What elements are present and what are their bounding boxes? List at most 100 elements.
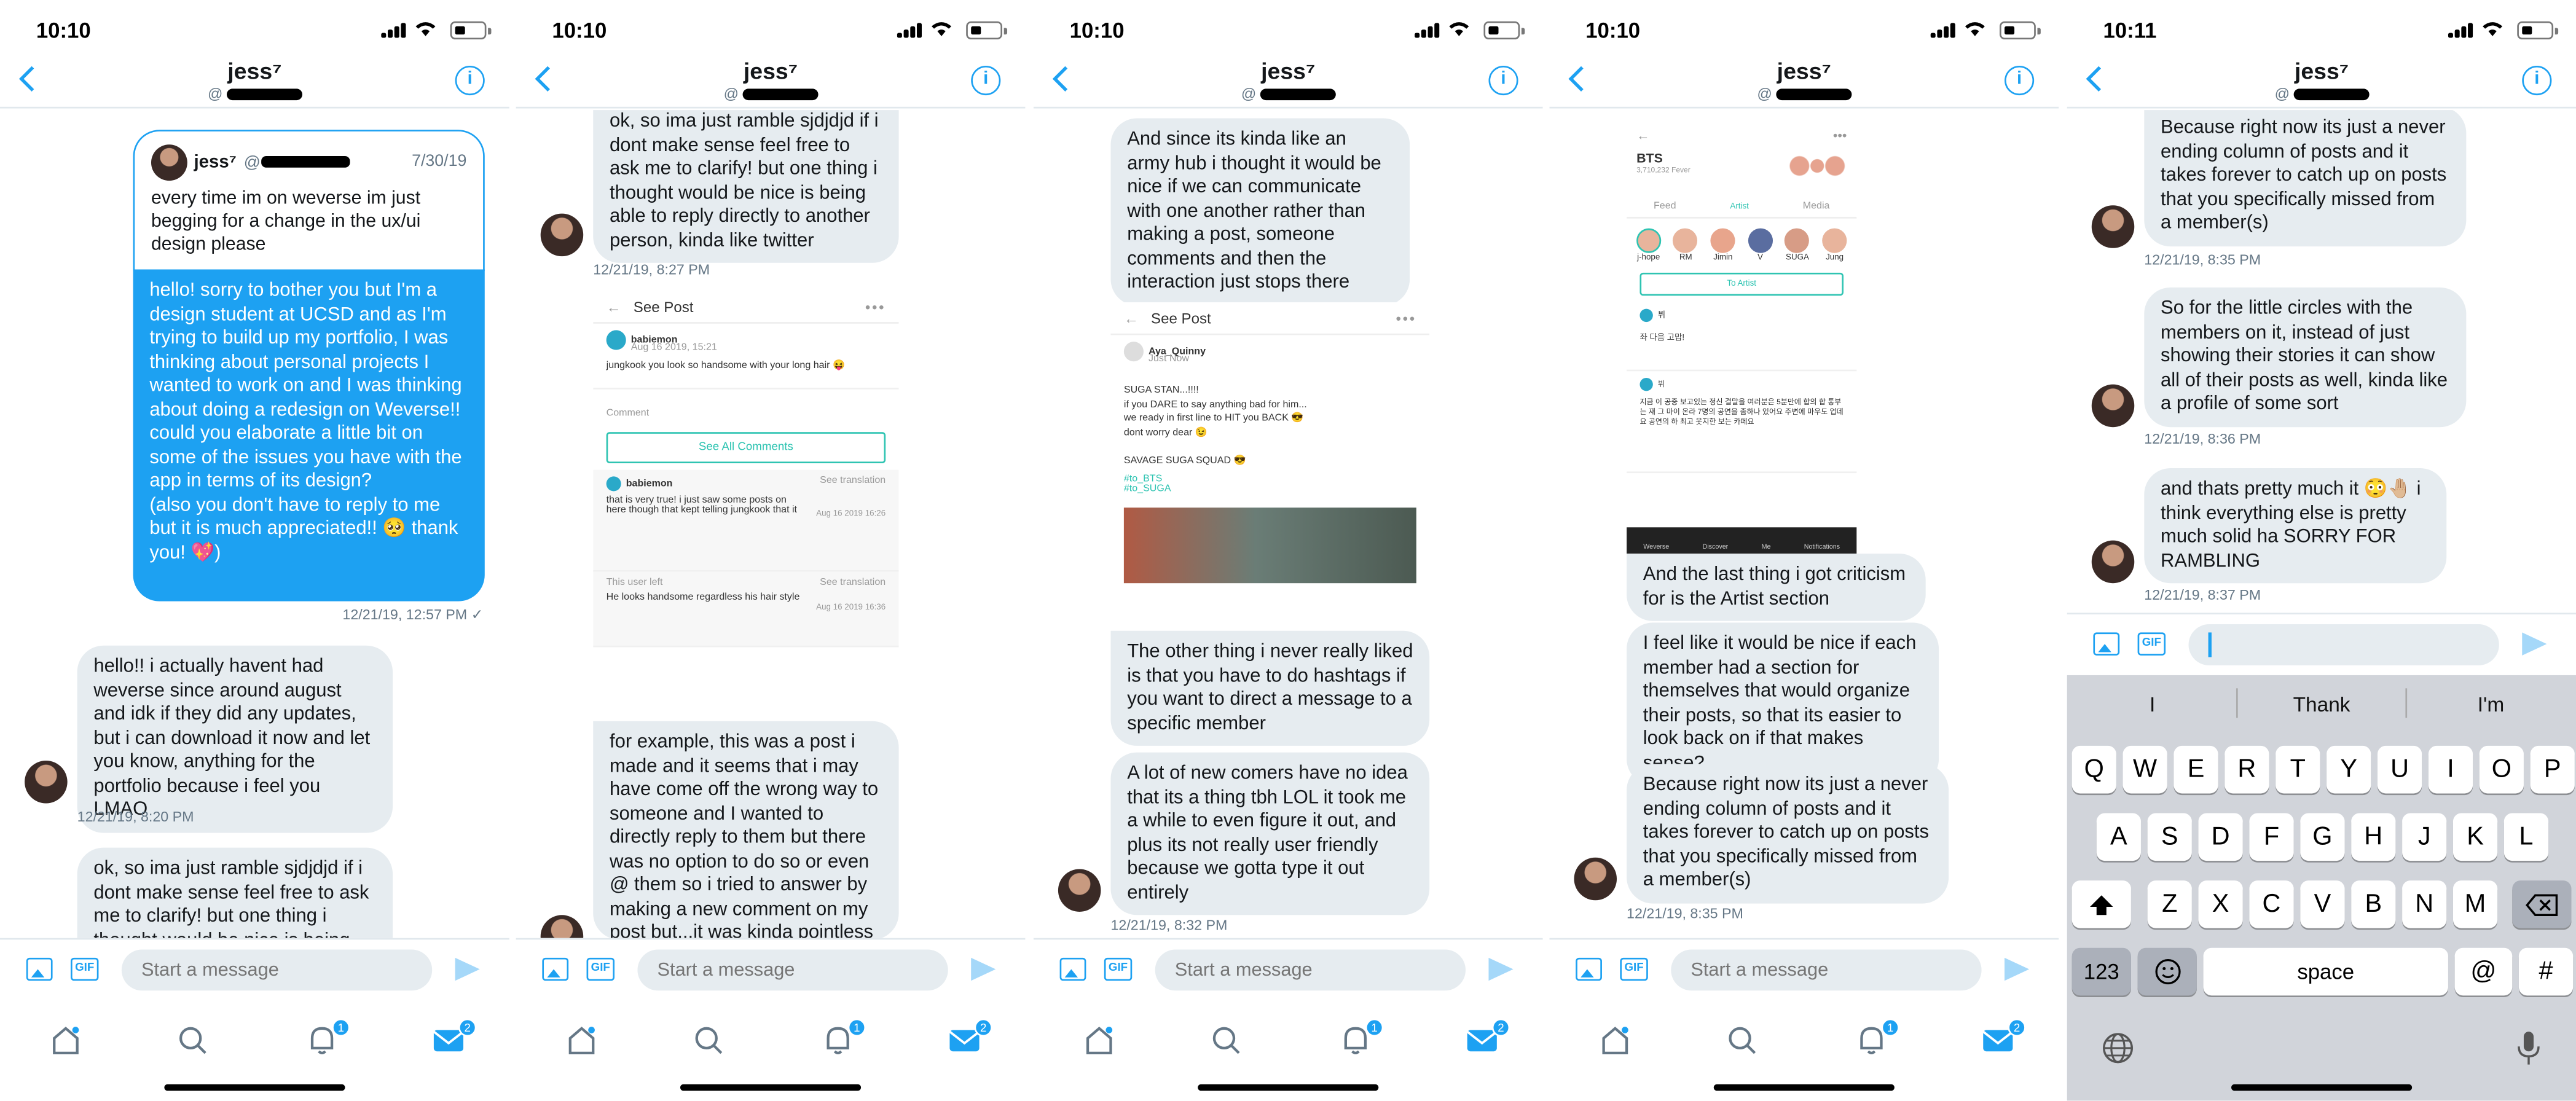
key[interactable]: H bbox=[2351, 813, 2396, 861]
notifications-icon[interactable]: 1 bbox=[822, 1018, 866, 1055]
received-message[interactable]: and thats pretty much it 😳🤚🏼 i think eve… bbox=[2144, 468, 2447, 584]
info-icon[interactable]: i bbox=[455, 65, 485, 96]
key[interactable]: K bbox=[2452, 813, 2498, 861]
messages-icon[interactable]: 2 bbox=[1466, 1018, 1510, 1054]
key[interactable]: N bbox=[2402, 880, 2447, 928]
received-message[interactable]: I feel like it would be nice if each mem… bbox=[1627, 622, 1939, 786]
delete-key[interactable] bbox=[2512, 880, 2572, 928]
sent-message[interactable]: hello! sorry to bother you but I'm a des… bbox=[133, 269, 485, 601]
info-icon[interactable]: i bbox=[2005, 65, 2035, 96]
messages-icon[interactable]: 2 bbox=[948, 1018, 992, 1054]
home-icon[interactable] bbox=[1599, 1025, 1632, 1055]
suggestion[interactable]: I bbox=[2070, 693, 2234, 716]
avatar bbox=[25, 760, 68, 804]
received-message[interactable]: Because right now its just a never endin… bbox=[2144, 110, 2467, 246]
key[interactable]: T bbox=[2276, 745, 2320, 794]
home-icon[interactable] bbox=[49, 1025, 82, 1055]
search-icon[interactable] bbox=[692, 1025, 724, 1054]
received-message[interactable]: hello!! i actually havent had weverse si… bbox=[77, 645, 393, 833]
microphone-icon[interactable] bbox=[2517, 1030, 2540, 1066]
numbers-key[interactable]: 123 bbox=[2071, 947, 2131, 996]
message-input[interactable] bbox=[121, 949, 433, 991]
key[interactable]: Q bbox=[2071, 745, 2116, 794]
send-icon[interactable] bbox=[455, 957, 480, 981]
messages-icon[interactable]: 2 bbox=[1982, 1018, 2026, 1054]
info-icon[interactable]: i bbox=[971, 65, 1001, 96]
key[interactable]: P bbox=[2530, 745, 2575, 794]
search-icon[interactable] bbox=[1725, 1025, 1757, 1054]
received-message[interactable]: And the last thing i got criticism for i… bbox=[1627, 554, 1926, 621]
key[interactable]: Y bbox=[2327, 745, 2371, 794]
messages-badge: 2 bbox=[974, 1018, 992, 1037]
shift-key[interactable] bbox=[2071, 880, 2131, 928]
info-icon[interactable]: i bbox=[1488, 65, 1518, 96]
key[interactable]: B bbox=[2351, 880, 2396, 928]
gif-button[interactable]: GIF bbox=[2137, 632, 2166, 656]
key[interactable]: Z bbox=[2147, 880, 2192, 928]
key[interactable]: V bbox=[2300, 880, 2345, 928]
shared-tweet[interactable]: jess⁷ @7/30/19 every time im on weverse … bbox=[133, 130, 485, 272]
clock: 10:10 bbox=[36, 18, 91, 43]
suggestion[interactable]: Thank bbox=[2239, 693, 2403, 716]
received-message[interactable]: ok, so ima just ramble sjdjdjd if i dont… bbox=[77, 847, 393, 938]
key[interactable]: O bbox=[2479, 745, 2524, 794]
image-icon[interactable] bbox=[2093, 632, 2120, 656]
home-icon[interactable] bbox=[565, 1025, 598, 1055]
image-icon[interactable] bbox=[542, 957, 569, 981]
notifications-icon[interactable]: 1 bbox=[1855, 1018, 1899, 1055]
image-icon[interactable] bbox=[26, 957, 53, 981]
key[interactable]: G bbox=[2300, 813, 2345, 861]
key[interactable]: X bbox=[2198, 880, 2243, 928]
key[interactable]: S bbox=[2147, 813, 2192, 861]
emoji-key[interactable] bbox=[2137, 947, 2197, 996]
received-message[interactable]: for example, this was a post i made and … bbox=[593, 721, 899, 938]
message-input[interactable] bbox=[637, 949, 948, 991]
key[interactable]: F bbox=[2249, 813, 2294, 861]
notifications-icon[interactable]: 1 bbox=[305, 1018, 350, 1055]
messages-icon[interactable]: 2 bbox=[432, 1018, 477, 1054]
space-key[interactable]: space bbox=[2203, 947, 2448, 996]
key[interactable]: M bbox=[2452, 880, 2498, 928]
key[interactable]: D bbox=[2198, 813, 2243, 861]
avatar bbox=[1574, 857, 1617, 901]
message-list: ok, so ima just ramble sjdjdjd if i dont… bbox=[516, 110, 1026, 938]
notifications-icon[interactable]: 1 bbox=[1339, 1018, 1384, 1055]
key[interactable]: E bbox=[2174, 745, 2218, 794]
send-icon[interactable] bbox=[2522, 632, 2547, 656]
key[interactable]: J bbox=[2402, 813, 2447, 861]
gif-button[interactable]: GIF bbox=[586, 957, 615, 981]
conversation-header: jess⁷ @ i bbox=[2067, 56, 2576, 109]
message-input[interactable] bbox=[1155, 949, 1466, 991]
key[interactable]: I bbox=[2428, 745, 2473, 794]
globe-icon[interactable] bbox=[2102, 1032, 2134, 1064]
received-message[interactable]: The other thing i never really liked is … bbox=[1110, 630, 1430, 746]
info-icon[interactable]: i bbox=[2522, 65, 2552, 96]
received-message[interactable]: ok, so ima just ramble sjdjdjd if i dont… bbox=[593, 110, 899, 263]
key[interactable]: L bbox=[2503, 813, 2549, 861]
image-icon[interactable] bbox=[1576, 957, 1602, 981]
at-key[interactable]: @ bbox=[2454, 947, 2513, 996]
search-icon[interactable] bbox=[176, 1025, 208, 1054]
home-icon[interactable] bbox=[1083, 1025, 1115, 1055]
key[interactable]: A bbox=[2096, 813, 2141, 861]
key[interactable]: R bbox=[2225, 745, 2269, 794]
search-icon[interactable] bbox=[1209, 1025, 1242, 1054]
hash-key[interactable]: # bbox=[2518, 947, 2574, 996]
key[interactable]: U bbox=[2377, 745, 2422, 794]
suggestion[interactable]: I'm bbox=[2409, 693, 2573, 716]
message-input[interactable] bbox=[1671, 949, 1982, 991]
send-icon[interactable] bbox=[971, 957, 996, 981]
received-message[interactable]: And since its kinda like an army hub i t… bbox=[1110, 118, 1410, 305]
received-message[interactable]: A lot of new comers have no idea that it… bbox=[1110, 752, 1430, 915]
message-input[interactable] bbox=[2188, 624, 2499, 665]
key[interactable]: C bbox=[2249, 880, 2294, 928]
gif-button[interactable]: GIF bbox=[70, 957, 99, 981]
received-message[interactable]: Because right now its just a never endin… bbox=[1627, 764, 1949, 903]
gif-button[interactable]: GIF bbox=[1104, 957, 1133, 981]
gif-button[interactable]: GIF bbox=[1620, 957, 1648, 981]
send-icon[interactable] bbox=[2005, 957, 2030, 981]
received-message[interactable]: So for the little circles with the membe… bbox=[2144, 287, 2467, 426]
key[interactable]: W bbox=[2122, 745, 2167, 794]
image-icon[interactable] bbox=[1059, 957, 1086, 981]
send-icon[interactable] bbox=[1488, 957, 1514, 981]
